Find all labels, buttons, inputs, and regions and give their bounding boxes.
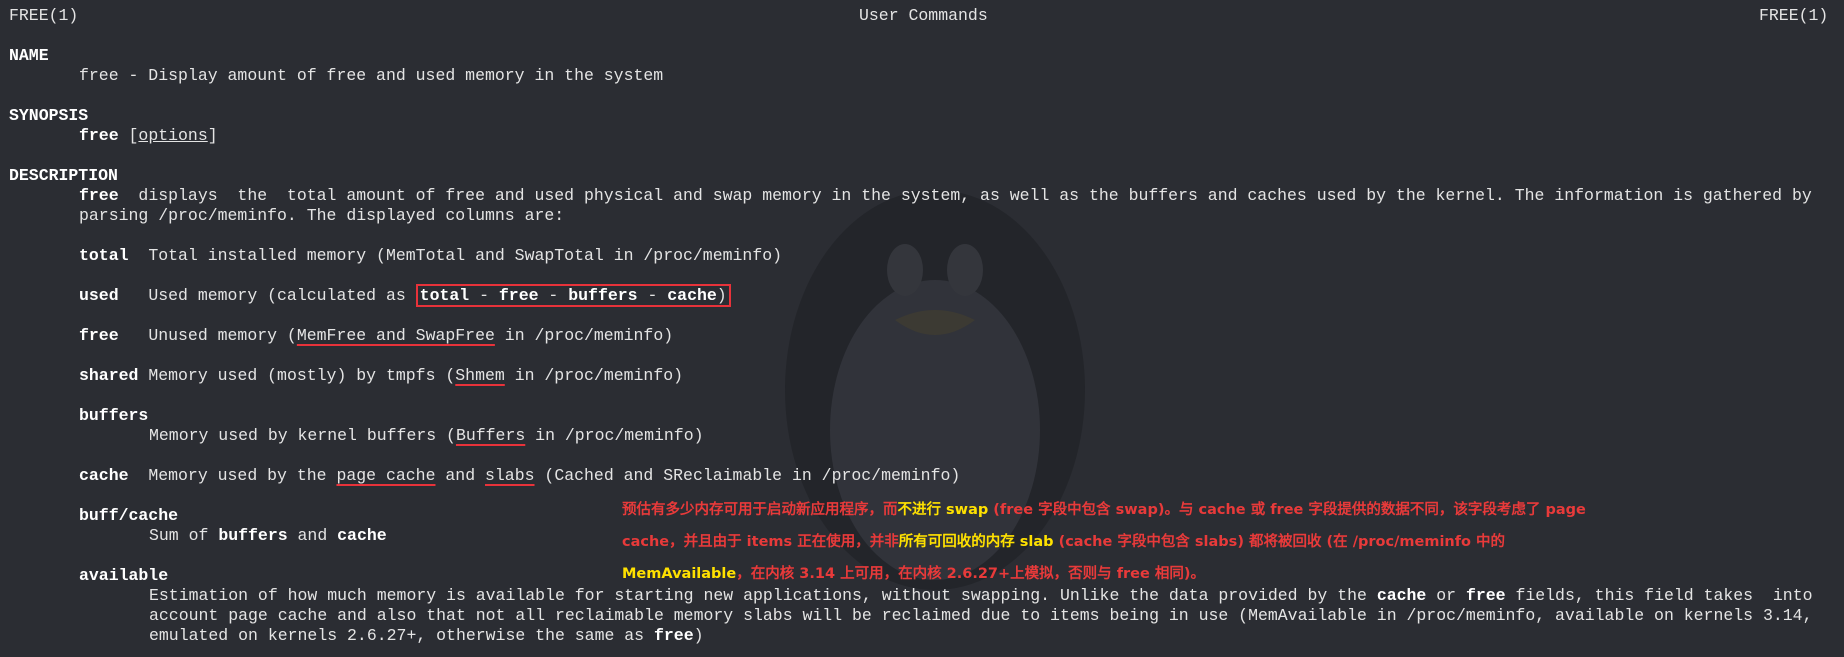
section-description-heading: DESCRIPTION <box>9 166 118 185</box>
description-line-2: parsing /proc/meminfo. The displayed col… <box>79 206 565 225</box>
section-synopsis-heading: SYNOPSIS <box>9 106 89 125</box>
column-used: used Used memory (calculated as total - … <box>79 284 731 307</box>
term-cache: cache <box>79 466 129 485</box>
column-buffcache: Sum of buffers and cache <box>149 526 387 545</box>
free-highlight: MemFree and SwapFree <box>296 326 495 345</box>
used-formula-highlight: total - free - buffers - cache) <box>415 284 731 307</box>
term-used: used <box>79 286 119 305</box>
term-available: available <box>79 566 169 585</box>
header-right: FREE(1) <box>1759 6 1829 25</box>
available-line-1: Estimation of how much memory is availab… <box>149 586 1813 605</box>
term-shared: shared <box>79 366 139 385</box>
cache-highlight-slabs: slabs <box>485 466 535 485</box>
column-total: total Total installed memory (MemTotal a… <box>79 246 783 265</box>
cache-highlight-page-cache: page cache <box>336 466 436 485</box>
term-buffers: buffers <box>79 406 149 425</box>
annotation-line-1: 预估有多少内存可用于启动新应用程序，而不进行 swap (free 字段中包含 … <box>622 502 1586 518</box>
header-center: User Commands <box>859 6 988 25</box>
annotation-line-2: cache，并且由于 items 正在使用，并非所有可回收的内存 slab (c… <box>622 534 1506 550</box>
description-line-1: free displays the total amount of free a… <box>79 186 1812 205</box>
term-buffcache: buff/cache <box>79 506 179 525</box>
available-line-2: account page cache and also that not all… <box>149 606 1813 625</box>
section-name-heading: NAME <box>9 46 49 65</box>
column-buffers: Memory used by kernel buffers (Buffers i… <box>149 426 704 445</box>
available-line-3: emulated on kernels 2.6.27+, otherwise t… <box>149 626 704 645</box>
term-free: free <box>79 326 119 345</box>
shared-highlight: Shmem <box>455 366 505 385</box>
synopsis-options: options <box>138 126 208 145</box>
term-total: total <box>79 246 129 265</box>
synopsis-line: free [options] <box>79 126 218 145</box>
buffers-highlight: Buffers <box>455 426 526 445</box>
column-shared: shared Memory used (mostly) by tmpfs (Sh… <box>79 366 684 385</box>
header-left: FREE(1) <box>9 6 79 25</box>
column-cache: cache Memory used by the page cache and … <box>79 466 961 485</box>
annotation-line-3: MemAvailable，在内核 3.14 上可用，在内核 2.6.27+上模拟… <box>622 566 1206 582</box>
name-text: free - Display amount of free and used m… <box>79 66 664 85</box>
synopsis-cmd: free <box>79 126 119 145</box>
column-free: free Unused memory (MemFree and SwapFree… <box>79 326 674 345</box>
